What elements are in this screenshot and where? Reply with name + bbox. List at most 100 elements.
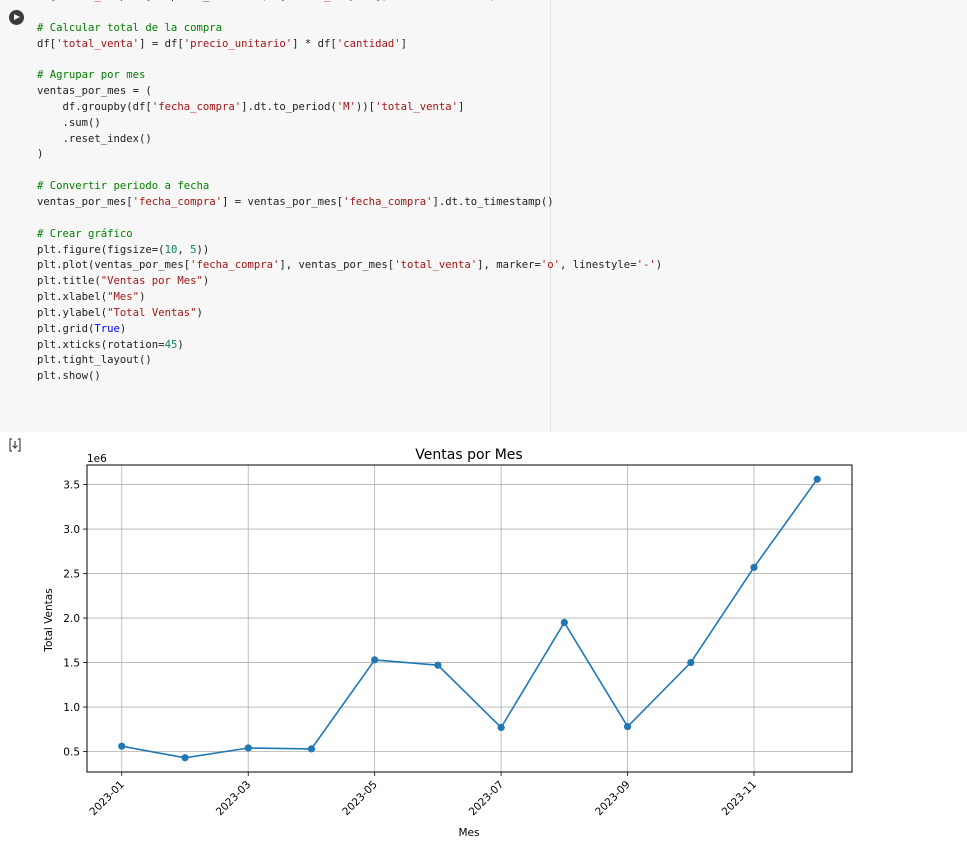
y-tick-label: 3.5 xyxy=(63,480,80,492)
y-axis-label: Total Ventas xyxy=(43,588,55,652)
code-token: ] xyxy=(400,37,407,50)
code-token: 'total_venta' xyxy=(375,100,458,113)
code-editor[interactable]: df['fecha_compra'] = pd.to_datetime(df['… xyxy=(37,0,937,385)
data-point xyxy=(623,723,632,731)
code-line: plt.xticks(rotation=45) xyxy=(37,338,937,354)
data-point xyxy=(497,723,505,732)
code-token: ventas_por_mes = ( xyxy=(37,85,152,98)
data-point xyxy=(434,661,442,669)
code-token: plt.xlabel( xyxy=(37,291,108,304)
code-token: ) xyxy=(119,322,127,335)
code-token: 'cantidad' xyxy=(336,37,401,50)
code-cell[interactable]: df['fecha_compra'] = pd.to_datetime(df['… xyxy=(0,0,967,432)
code-token: ) xyxy=(655,259,663,272)
code-token: ] * df[ xyxy=(292,37,337,50)
sales-chart: 2023-01 2023-03 2023-05 2023-07 2023-09 2023-… xyxy=(43,447,853,839)
y-tick-label: 2.0 xyxy=(63,613,80,625)
code-token: "Mes" xyxy=(107,291,140,304)
code-token: ], marker= xyxy=(477,259,541,272)
data-point xyxy=(307,745,316,753)
code-line: ventas_por_mes = ( xyxy=(37,84,937,100)
code-token: # Crear gráfico xyxy=(37,227,133,240)
code-token: ] = ventas_por_mes[ xyxy=(221,195,344,208)
code-token: df[ xyxy=(37,37,57,50)
code-token: ) xyxy=(202,275,210,288)
y-tick-label: 0.5 xyxy=(63,747,80,759)
y-tick-label: 1.0 xyxy=(63,702,80,714)
code-token: plt.show() xyxy=(37,370,101,383)
code-token: 'fecha_compra' xyxy=(56,0,145,2)
code-line: ventas_por_mes[ 'fecha_compra'] = ventas_… xyxy=(37,195,937,211)
code-line: plt.tight_layout() xyxy=(37,353,937,369)
code-token: ) xyxy=(139,291,146,304)
code-line: # Convertir periodo a fecha xyxy=(37,179,937,195)
code-token: ] = pd.to_datetime(df[ xyxy=(145,0,285,2)
code-token: "Ventas por Mes" xyxy=(100,275,203,288)
code-token: df[ xyxy=(37,0,56,2)
code-token: ].dt.to_period( xyxy=(241,100,337,113)
x-tick-label: 2023-01 xyxy=(87,779,127,819)
code-line: plt.ylabel("Total Ventas") xyxy=(37,306,937,322)
y-tick-label: 1.5 xyxy=(63,658,80,670)
code-token: .reset_index() xyxy=(37,132,152,145)
y-tick-label: 3.0 xyxy=(63,524,80,536)
code-token: plt.figure(figsize=( xyxy=(37,243,165,256)
code-line: .sum() xyxy=(37,116,937,132)
chart-grid xyxy=(87,465,852,772)
code-token: )) xyxy=(196,243,210,256)
code-token: '-' xyxy=(636,259,656,272)
code-token: plt.grid( xyxy=(37,322,95,335)
data-point xyxy=(118,742,126,750)
data-point xyxy=(687,658,695,667)
y-offset-label: 1e6 xyxy=(87,453,107,465)
code-token: ], ventas_por_mes[ xyxy=(279,259,395,272)
code-line: plt.title("Ventas por Mes") xyxy=(37,274,937,290)
code-token: , xyxy=(177,243,191,256)
code-line: df.groupby(df['fecha_compra'].dt.to_peri… xyxy=(37,100,937,116)
code-token: # Convertir periodo a fecha xyxy=(37,180,210,193)
code-line: df['total_venta'] = df['precio_unitario'… xyxy=(37,37,937,53)
run-cell-button[interactable] xyxy=(9,10,24,25)
code-token: ] xyxy=(457,100,465,113)
code-token: plt.tight_layout() xyxy=(37,354,152,367)
code-token: "Total Ventas" xyxy=(107,306,197,319)
code-line: # Crear gráfico xyxy=(37,227,937,243)
code-token: plt.ylabel( xyxy=(37,306,108,319)
code-token: 'fecha_compra' xyxy=(343,195,433,208)
series-line xyxy=(121,478,818,759)
code-token: plt.xticks(rotation= xyxy=(37,338,165,351)
data-point xyxy=(750,563,758,571)
code-line: plt.grid(True) xyxy=(37,322,937,338)
code-token: 10 xyxy=(164,243,178,256)
code-token: 'total_venta' xyxy=(56,37,140,50)
code-line: # Agrupar por mes xyxy=(37,68,937,84)
code-token: 'total_venta' xyxy=(394,259,478,272)
chart-ticks: 2023-01 2023-03 2023-05 2023-07 2023-09 2023-… xyxy=(63,480,759,819)
x-tick-label: 2023-07 xyxy=(467,779,507,819)
code-token: 45 xyxy=(164,338,178,351)
code-token: df.groupby(df[ xyxy=(37,100,152,113)
code-token: .sum() xyxy=(37,116,101,129)
code-token: ))[ xyxy=(355,100,376,113)
code-token: ].dt.to_timestamp() xyxy=(432,195,554,208)
x-tick-label: 2023-11 xyxy=(720,779,760,819)
code-line: plt.figure(figsize=(10, 5)) xyxy=(37,243,937,259)
code-line: ) xyxy=(37,147,937,163)
code-token: ) xyxy=(490,0,496,2)
plot-area xyxy=(86,464,853,773)
code-token: ) xyxy=(37,148,44,161)
chart-title: Ventas por Mes xyxy=(415,447,522,463)
series-points xyxy=(118,475,821,762)
code-token: 'fecha_compra' xyxy=(151,100,242,113)
x-axis-label: Mes xyxy=(459,827,480,839)
code-token: # Calcular total de la compra xyxy=(37,21,222,34)
code-token: ) xyxy=(196,306,203,319)
code-token: ventas_por_mes[ xyxy=(37,195,133,208)
y-tick-label: 2.5 xyxy=(63,569,80,581)
code-token: True xyxy=(94,322,120,335)
data-point xyxy=(813,475,821,483)
